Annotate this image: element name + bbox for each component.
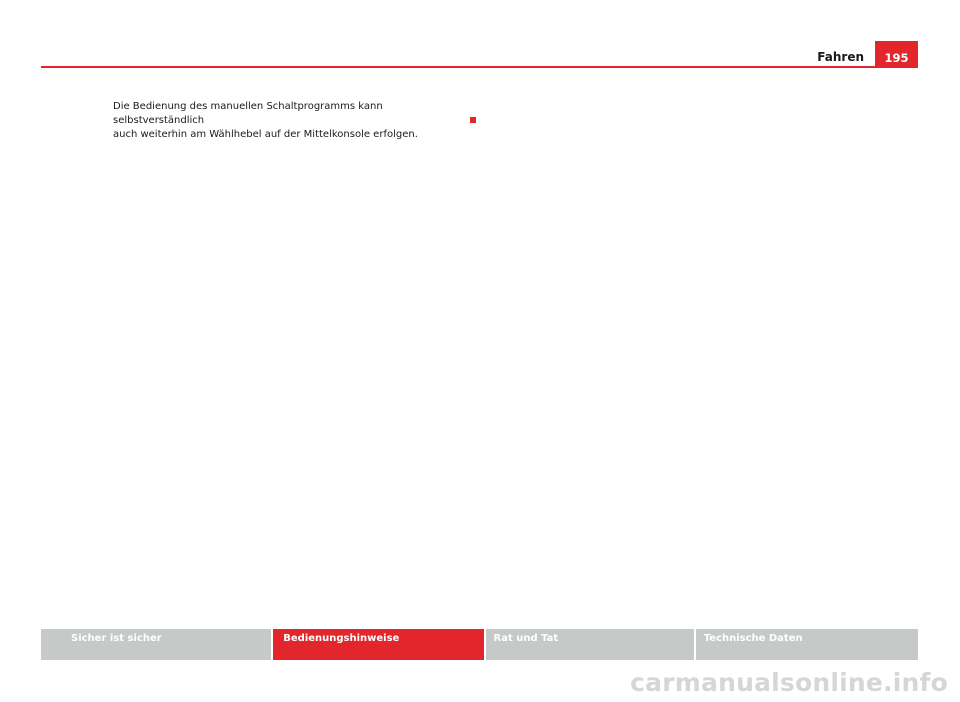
body-paragraph: Die Bedienung des manuellen Schaltprogra… (113, 100, 463, 142)
tab-bedienungshinweise[interactable]: Bedienungshinweise (273, 629, 484, 660)
section-title: Fahren (817, 50, 864, 64)
header-rule (41, 66, 918, 68)
tab-technische-daten[interactable]: Technische Daten (695, 629, 919, 660)
body-line-1: Die Bedienung des manuellen Schaltprogra… (113, 101, 383, 126)
footer-chapter-nav: Sicher ist sicher Bedienungshinweise Rat… (41, 629, 919, 660)
tab-rat-und-tat[interactable]: Rat und Tat (485, 629, 694, 660)
page-number: 195 (875, 41, 918, 67)
body-line-2: auch weiterhin am Wählhebel auf der Mitt… (113, 129, 418, 140)
watermark: carmanualsonline.info (630, 668, 948, 697)
tab-sicher-ist-sicher[interactable]: Sicher ist sicher (41, 629, 272, 660)
end-of-section-square-icon (470, 117, 476, 123)
